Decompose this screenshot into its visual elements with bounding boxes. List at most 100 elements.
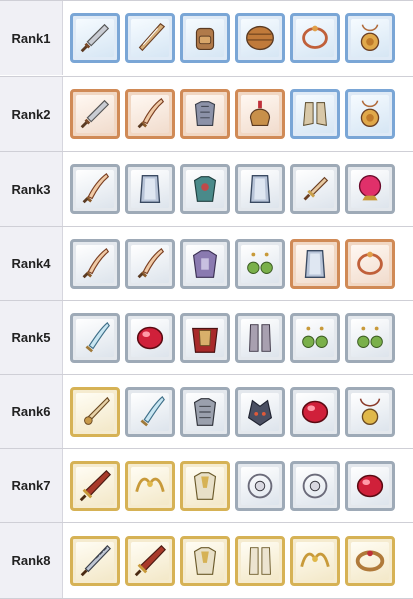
equipment-slot[interactable]	[180, 239, 230, 289]
equipment-slot[interactable]	[290, 461, 340, 511]
boots-icon	[303, 102, 327, 126]
equipment-slot[interactable]	[290, 313, 340, 363]
equipment-slot[interactable]	[125, 13, 175, 63]
equipment-slot[interactable]	[290, 536, 340, 586]
scimitar-icon	[137, 247, 165, 279]
rank-label: Rank7	[0, 449, 63, 522]
rank-label: Rank6	[0, 375, 63, 448]
equipment-slot[interactable]	[290, 89, 340, 139]
equipment-slot[interactable]	[345, 313, 395, 363]
equipment-slot[interactable]	[180, 313, 230, 363]
equipment-slot[interactable]	[345, 387, 395, 437]
ruby-icon	[356, 474, 384, 498]
scimitar-icon	[82, 247, 110, 279]
greatsword-icon	[79, 470, 111, 502]
wooden-shield-icon	[246, 25, 274, 51]
dragon-sword-icon	[84, 396, 110, 425]
equipment-slot[interactable]	[180, 13, 230, 63]
skull-necklace-icon	[302, 473, 328, 499]
equipment-slot[interactable]	[125, 89, 175, 139]
equipment-slot[interactable]	[70, 164, 120, 214]
equipment-slot[interactable]	[235, 313, 285, 363]
rank-row: Rank4	[0, 226, 413, 300]
gold-armor-icon	[193, 472, 217, 500]
earrings-icon	[302, 326, 328, 348]
rank-row: Rank7	[0, 448, 413, 522]
equipment-slot[interactable]	[345, 239, 395, 289]
rank-row: Rank1	[0, 0, 413, 75]
rank-label: Rank3	[0, 152, 63, 226]
equipment-slot[interactable]	[235, 387, 285, 437]
equipment-slot[interactable]	[290, 239, 340, 289]
scimitar-icon	[137, 97, 165, 129]
rank-label: Rank2	[0, 77, 63, 151]
equipment-slot[interactable]	[235, 461, 285, 511]
backpack-icon	[195, 27, 215, 50]
gold-greaves-icon	[249, 547, 271, 575]
equipment-slots	[70, 13, 395, 63]
amulet-icon	[360, 100, 380, 128]
equipment-slot[interactable]	[235, 164, 285, 214]
equipment-slot[interactable]	[290, 164, 340, 214]
equipment-slot[interactable]	[70, 461, 120, 511]
equipment-slot[interactable]	[345, 164, 395, 214]
equipment-slot[interactable]	[345, 461, 395, 511]
jeweled-bracelet-icon	[355, 550, 385, 572]
equipment-slots	[70, 89, 395, 139]
equipment-slot[interactable]	[180, 89, 230, 139]
equipment-slot[interactable]	[125, 387, 175, 437]
equipment-rank-table: Rank1 Rank2 Rank3 Rank4 Rank5 Rank6 Rank7 Rank8	[0, 0, 413, 599]
equipment-slot[interactable]	[235, 89, 285, 139]
rank-label: Rank4	[0, 227, 63, 300]
greaves-icon	[249, 324, 271, 352]
equipment-slot[interactable]	[125, 313, 175, 363]
equipment-slots	[70, 461, 395, 511]
plate-armor-icon	[193, 398, 217, 426]
equipment-slot[interactable]	[235, 536, 285, 586]
equipment-slot[interactable]	[290, 13, 340, 63]
equipment-slot[interactable]	[125, 461, 175, 511]
equipment-slot[interactable]	[125, 239, 175, 289]
rank-row: Rank3	[0, 151, 413, 226]
equipment-slots	[70, 239, 395, 289]
dagger-icon	[303, 176, 329, 201]
rank-row: Rank2	[0, 76, 413, 151]
spiked-sword-icon	[80, 544, 111, 577]
equipment-slot[interactable]	[235, 13, 285, 63]
equipment-slot[interactable]	[180, 536, 230, 586]
tower-shield-icon	[139, 175, 161, 203]
equipment-slot[interactable]	[70, 536, 120, 586]
equipment-slot[interactable]	[125, 164, 175, 214]
equipment-slot[interactable]	[345, 89, 395, 139]
gold-armor-icon	[193, 547, 217, 575]
equipment-slot[interactable]	[180, 387, 230, 437]
helmet-icon	[249, 100, 271, 126]
medallion-icon	[359, 398, 381, 426]
rank-row: Rank5	[0, 300, 413, 374]
sword-icon	[80, 23, 110, 53]
equipment-slots	[70, 536, 395, 586]
feather-sword-icon	[85, 321, 110, 353]
heavy-armor-icon	[192, 250, 218, 278]
equipment-slot[interactable]	[290, 387, 340, 437]
equipment-slot[interactable]	[345, 13, 395, 63]
equipment-slot[interactable]	[235, 239, 285, 289]
wolf-helmet-icon	[247, 399, 273, 426]
equipment-slot[interactable]	[70, 387, 120, 437]
equipment-slot[interactable]	[125, 536, 175, 586]
equipment-slot[interactable]	[70, 239, 120, 289]
amulet-icon	[360, 24, 380, 52]
equipment-slot[interactable]	[70, 13, 120, 63]
rank-label: Rank5	[0, 301, 63, 374]
equipment-slot[interactable]	[180, 164, 230, 214]
tower-shield-icon	[304, 250, 326, 278]
equipment-slot[interactable]	[345, 536, 395, 586]
equipment-slot[interactable]	[70, 313, 120, 363]
skull-necklace-icon	[247, 473, 273, 499]
equipment-slots	[70, 164, 395, 214]
armor-icon	[193, 176, 217, 202]
equipment-slot[interactable]	[70, 89, 120, 139]
earrings-icon	[357, 326, 383, 348]
equipment-slot[interactable]	[180, 461, 230, 511]
sword-icon	[80, 99, 110, 129]
